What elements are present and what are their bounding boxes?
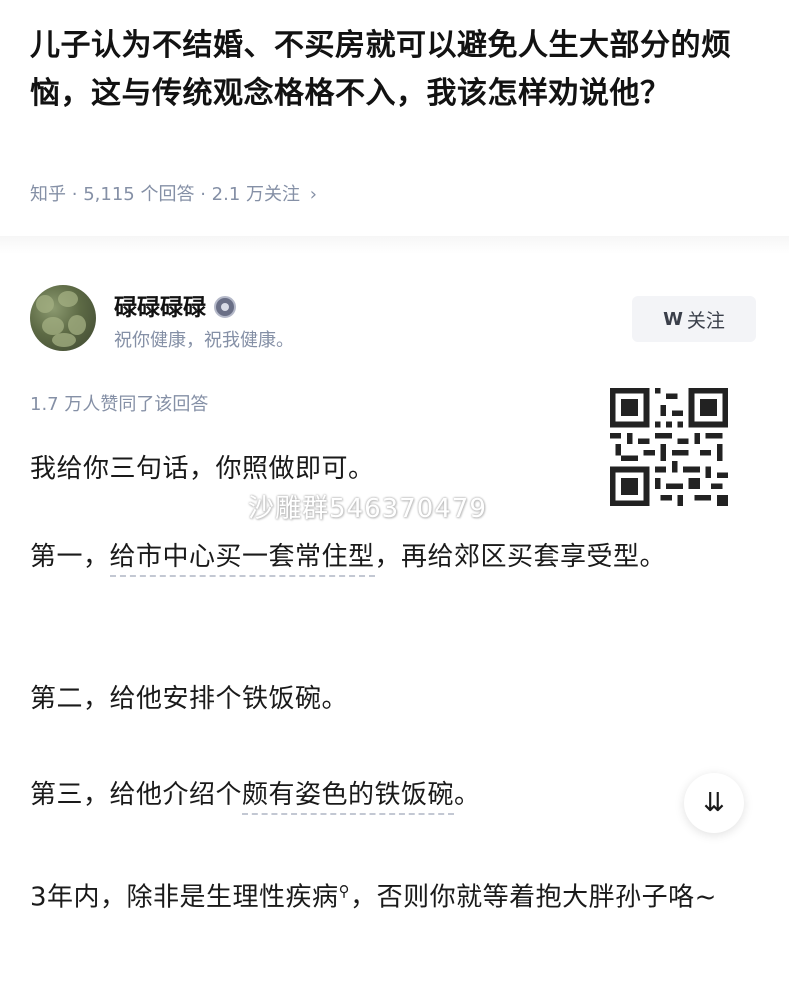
search-link-1[interactable]: 给市中心买一套常住型 bbox=[109, 542, 375, 577]
follow-label: 关注 bbox=[686, 309, 725, 332]
verified-badge-icon bbox=[214, 296, 236, 318]
follower-count: 2.1 万关注 bbox=[211, 184, 300, 205]
question-meta[interactable]: 知乎 · 5,115 个回答 · 2.1 万关注 › bbox=[30, 180, 317, 206]
answer-point-1: 第一，给市中心买一套常住型，再给郊区买套享受型。 bbox=[30, 534, 760, 580]
answer-point-3: 第三，给他介绍个颇有姿色的铁饭碗。 bbox=[30, 772, 760, 818]
author-name-label[interactable]: 碌碌碌碌 bbox=[114, 295, 206, 321]
search-link-2[interactable]: 颇有姿色的铁饭碗 bbox=[242, 780, 455, 815]
double-chevron-down-icon: ⇊ bbox=[703, 788, 725, 818]
likes-count: 1.7 万人赞同了该回答 bbox=[30, 394, 209, 415]
answer-point-2: 第二，给他安排个铁饭碗。 bbox=[30, 684, 349, 714]
search-link-3[interactable]: 生理性疾病 bbox=[206, 883, 339, 913]
search-icon[interactable]: ⚲ bbox=[339, 882, 351, 900]
answer-intro: 我给你三句话，你照做即可。 bbox=[30, 454, 375, 484]
author-name[interactable]: 碌碌碌碌 bbox=[114, 288, 236, 322]
avatar[interactable] bbox=[30, 285, 96, 351]
watermark-text: 沙雕群546370479 bbox=[248, 494, 487, 524]
answer-conclusion: 3年内，除非是生理性疾病⚲，否则你就等着抱大胖孙子咯~ bbox=[30, 882, 717, 913]
chevron-right-icon: › bbox=[309, 184, 317, 205]
follow-button[interactable]: W 关注 bbox=[632, 296, 756, 342]
question-title[interactable]: 儿子认为不结婚、不买房就可以避免人生大部分的烦恼，这与传统观念格格不入，我该怎样… bbox=[30, 22, 770, 118]
source-label: 知乎 bbox=[30, 184, 66, 205]
follow-icon: W bbox=[663, 308, 683, 330]
author-bio: 祝你健康，祝我健康。 bbox=[114, 330, 294, 351]
answer-count: 5,115 个回答 bbox=[83, 184, 195, 205]
collapse-button[interactable]: ⇊ bbox=[684, 773, 744, 833]
section-divider bbox=[0, 236, 789, 254]
